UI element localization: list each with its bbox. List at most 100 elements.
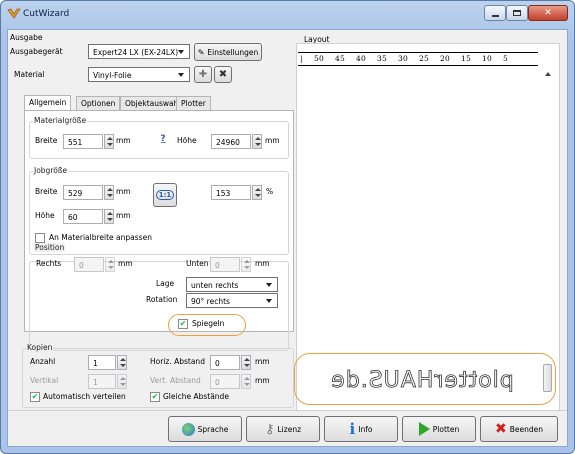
- maximize-icon: [513, 10, 521, 16]
- horiz-distance-label: Horiz. Abstand: [150, 357, 205, 366]
- auto-distribute-checkbox[interactable]: ✔: [30, 392, 40, 402]
- job-width-label: Breite: [35, 187, 58, 196]
- chevron-down-icon: [266, 283, 272, 287]
- minimize-button[interactable]: [484, 5, 506, 21]
- bottom-label: Unten: [186, 259, 209, 268]
- material-width-label: Breite: [35, 136, 58, 145]
- material-height-field[interactable]: 24960: [211, 134, 251, 149]
- ruler-tick: 45: [335, 54, 345, 63]
- bottom-unit: mm: [255, 259, 270, 268]
- scroll-up-icon[interactable]: [545, 72, 551, 76]
- footer-divider: [8, 410, 567, 411]
- horiz-distance-unit: mm: [255, 357, 270, 366]
- device-select-value: Expert24 LX (EX-24LX): [93, 48, 179, 57]
- info-label: Info: [358, 424, 373, 434]
- vert-distance-stepper[interactable]: [241, 374, 251, 389]
- check-icon: ✔: [151, 392, 159, 401]
- job-width-unit: mm: [116, 187, 131, 196]
- close-button[interactable]: ✕: [528, 5, 568, 21]
- ruler-tick: 30: [398, 54, 408, 63]
- vertical-stepper[interactable]: [117, 374, 127, 389]
- job-width-field[interactable]: 529: [63, 185, 103, 200]
- material-width-field[interactable]: 551: [63, 134, 103, 149]
- count-stepper[interactable]: [117, 355, 127, 370]
- cutwizard-window: CutWizard ✕ Ausgabe Ausgabegerät Expert2…: [0, 0, 575, 454]
- ruler-tick: 40: [356, 54, 366, 63]
- check-icon: ✔: [179, 319, 187, 328]
- fit-material-label: An Materialbreite anpassen: [49, 233, 152, 242]
- ratio-icon: 1:1: [155, 190, 175, 200]
- mirror-label: Spiegeln: [192, 319, 225, 328]
- material-size-label: Materialgröße: [33, 116, 88, 125]
- license-button[interactable]: ⚷ Lizenz: [246, 416, 320, 442]
- job-height-label: Höhe: [35, 211, 55, 220]
- check-icon: ✔: [31, 392, 39, 401]
- language-button[interactable]: Sprache: [168, 416, 242, 442]
- location-select-value: unten rechts: [191, 281, 239, 290]
- plot-button[interactable]: Plotten: [402, 416, 476, 442]
- maximize-button[interactable]: [506, 5, 528, 21]
- equal-distance-checkbox[interactable]: ✔: [150, 392, 160, 402]
- job-height-field[interactable]: 60: [63, 209, 103, 224]
- device-label: Ausgabegerät: [10, 47, 63, 56]
- horiz-distance-stepper[interactable]: [241, 355, 251, 370]
- material-width-unit: mm: [116, 136, 131, 145]
- scale-field[interactable]: 153: [211, 185, 251, 200]
- tab-optionen[interactable]: Optionen: [76, 96, 121, 110]
- add-material-button[interactable]: ✚: [194, 66, 212, 83]
- key-icon: ⚷: [264, 421, 275, 437]
- info-button[interactable]: i Info: [324, 416, 398, 442]
- device-select[interactable]: Expert24 LX (EX-24LX): [88, 44, 190, 59]
- quit-label: Beenden: [509, 424, 543, 434]
- ruler-tick: 10: [482, 54, 492, 63]
- delete-material-button[interactable]: ✖: [214, 66, 232, 83]
- vertical-field[interactable]: 1: [88, 374, 116, 389]
- window-title: CutWizard: [23, 9, 70, 19]
- swap-dimensions-button[interactable]: ?̲: [153, 130, 173, 148]
- material-label: Material: [14, 70, 45, 79]
- material-height-unit: mm: [265, 136, 280, 145]
- question-arrow-icon: ?̲: [160, 134, 166, 144]
- bottom-field[interactable]: 0: [210, 257, 240, 272]
- rotation-select[interactable]: 90° rechts: [186, 293, 278, 308]
- plot-preview-text: plotterHAUS.de: [330, 368, 514, 394]
- quit-button[interactable]: ✖ Beenden: [480, 416, 558, 442]
- globe-icon: [181, 422, 195, 436]
- scale-unit: %: [266, 187, 274, 196]
- bottom-stepper[interactable]: [241, 257, 251, 272]
- pen-icon: ✎: [197, 47, 205, 57]
- client-area: Ausgabe Ausgabegerät Expert24 LX (EX-24L…: [7, 29, 568, 447]
- chevron-down-icon: [178, 50, 184, 54]
- settings-button-label: Einstellungen: [207, 47, 259, 57]
- rotation-label: Rotation: [146, 295, 178, 304]
- fit-material-checkbox[interactable]: [35, 233, 45, 243]
- language-label: Sprache: [197, 424, 229, 434]
- material-select[interactable]: Vinyl-Folie: [88, 67, 190, 82]
- minimize-icon: [491, 14, 499, 17]
- copies-label: Kopien: [26, 343, 54, 352]
- settings-button[interactable]: ✎ Einstellungen: [194, 43, 262, 61]
- vert-distance-unit: mm: [255, 376, 270, 385]
- right-label: Rechts: [36, 259, 62, 268]
- right-field[interactable]: 0: [74, 257, 104, 272]
- right-stepper[interactable]: [105, 257, 115, 272]
- scale-stepper[interactable]: [252, 185, 262, 200]
- info-icon: i: [349, 420, 356, 438]
- tab-allgemein[interactable]: Allgemein: [24, 95, 72, 110]
- material-width-stepper[interactable]: [104, 134, 114, 149]
- ruler-tick: 20: [440, 54, 450, 63]
- material-height-stepper[interactable]: [252, 134, 262, 149]
- material-height-label: Höhe: [177, 136, 197, 145]
- job-width-stepper[interactable]: [104, 185, 114, 200]
- location-select[interactable]: unten rechts: [186, 277, 278, 292]
- ruler-ticks: 50 45 40 35 30 25 20 15 10 5: [314, 54, 524, 63]
- chevron-down-icon: [266, 299, 272, 303]
- count-field[interactable]: 1: [88, 355, 116, 370]
- job-height-stepper[interactable]: [104, 209, 114, 224]
- keep-ratio-button[interactable]: 1:1: [153, 183, 177, 207]
- tab-plotter[interactable]: Plotter: [176, 96, 211, 110]
- horiz-distance-field[interactable]: 0: [210, 355, 240, 370]
- vert-distance-label: Vert. Abstand: [150, 376, 201, 385]
- vert-distance-field[interactable]: 0: [210, 374, 240, 389]
- mirror-checkbox[interactable]: ✔: [178, 319, 188, 329]
